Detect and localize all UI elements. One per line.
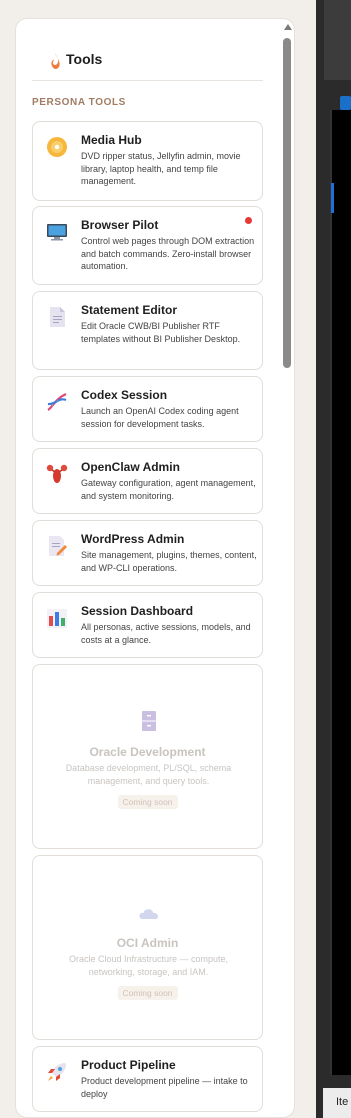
tools-panel: Tools PERSONA TOOLS Media Hub DVD ripper… [15, 18, 295, 1118]
tool-card-product-pipeline[interactable]: Product Pipeline Product development pip… [32, 1046, 263, 1112]
tool-card-title: Statement Editor [81, 303, 178, 317]
tool-card-description: Site management, plugins, themes, conten… [81, 550, 257, 573]
coming-soon-badge: Coming soon [117, 986, 178, 1000]
tool-card-description: Control web pages through DOM extraction… [81, 236, 255, 271]
tool-card-media-hub[interactable]: Media Hub DVD ripper status, Jellyfin ad… [32, 121, 263, 201]
tool-card-description: Edit Oracle CWB/BI Publisher RTF templat… [81, 321, 241, 344]
tool-card-title: Session Dashboard [81, 604, 194, 618]
tool-card-title: Codex Session [81, 388, 168, 402]
lobster-icon [46, 464, 68, 483]
section-label: PERSONA TOOLS [32, 97, 126, 108]
file-cabinet-icon [142, 711, 156, 731]
document-icon [50, 307, 65, 327]
tool-card-title: Browser Pilot [81, 218, 159, 232]
tool-card-description: Gateway configuration, agent management,… [81, 478, 256, 501]
tool-card-title: Media Hub [81, 133, 142, 147]
tool-card-openclaw-admin[interactable]: OpenClaw Admin Gateway configuration, ag… [32, 448, 263, 514]
tool-card-oracle-development: Oracle Development Database development,… [32, 664, 263, 849]
tool-card-codex-session[interactable]: Codex Session Launch an OpenAI Codex cod… [32, 376, 263, 442]
scrollbar-thumb[interactable] [283, 38, 291, 368]
tool-card-browser-pilot[interactable]: Browser Pilot Control web pages through … [32, 206, 263, 285]
tool-card-description: Database development, PL/SQL, schema man… [65, 763, 232, 786]
background-window-header [324, 0, 351, 80]
cloud-icon [139, 909, 158, 919]
tool-card-description: All personas, active sessions, models, a… [81, 622, 251, 645]
dna-icon [47, 392, 67, 411]
tool-card-title: Oracle Development [89, 745, 206, 759]
tool-card-title: OCI Admin [116, 936, 179, 950]
monitor-icon [47, 224, 67, 241]
tool-card-description: DVD ripper status, Jellyfin admin, movie… [81, 151, 241, 186]
outlook-icon[interactable] [340, 96, 351, 110]
tool-card-oci-admin: OCI Admin Oracle Cloud Infrastructure — … [32, 855, 263, 1040]
tool-card-description: Launch an OpenAI Codex coding agent sess… [81, 406, 239, 429]
coming-soon-badge: Coming soon [117, 795, 178, 809]
bar-chart-icon [47, 609, 67, 628]
tool-card-title: OpenClaw Admin [81, 460, 180, 474]
dvd-icon [47, 137, 67, 157]
panel-title: Tools [66, 51, 103, 67]
flame-icon [51, 53, 60, 69]
scroll-up-arrow-icon[interactable] [284, 24, 292, 30]
rocket-icon [48, 1063, 66, 1081]
background-status-text: Ite [323, 1088, 351, 1118]
tool-card-session-dashboard[interactable]: Session Dashboard All personas, active s… [32, 592, 263, 658]
tool-card-wordpress-admin[interactable]: WordPress Admin Site management, plugins… [32, 520, 263, 586]
status-indicator [245, 217, 252, 224]
tool-card-statement-editor[interactable]: Statement Editor Edit Oracle CWB/BI Publ… [32, 291, 263, 370]
tool-card-title: WordPress Admin [81, 532, 185, 546]
selection-indicator [331, 183, 334, 213]
tool-card-description: Product development pipeline — intake to… [81, 1076, 248, 1099]
scrollbar[interactable] [282, 22, 294, 1118]
panel-header: Tools [32, 47, 263, 81]
tool-card-title: Product Pipeline [81, 1058, 176, 1072]
background-window-content [330, 110, 351, 1075]
edit-document-icon [49, 536, 67, 556]
tool-card-description: Oracle Cloud Infrastructure — compute, n… [68, 954, 229, 977]
